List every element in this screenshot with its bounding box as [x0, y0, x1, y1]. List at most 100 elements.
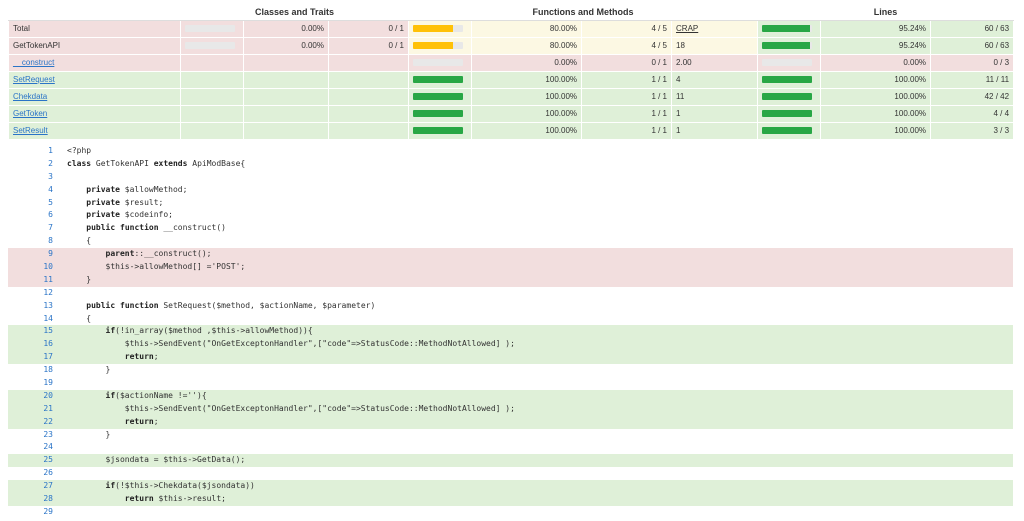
line-number[interactable]: 8	[8, 235, 67, 248]
lines-count: 42 / 42	[930, 88, 1015, 106]
line-number[interactable]: 20	[8, 390, 67, 403]
classes-percent	[243, 105, 329, 123]
line-number[interactable]: 17	[8, 351, 67, 364]
line-number[interactable]: 10	[8, 261, 67, 274]
line-number[interactable]: 2	[8, 158, 67, 171]
row-name[interactable]: Chekdata	[8, 88, 181, 106]
lines-percent: 100.00%	[820, 122, 932, 140]
code-text: }	[67, 365, 111, 375]
lines-bar-cell	[757, 20, 822, 38]
code-keyword: public	[86, 223, 116, 233]
line-number[interactable]: 4	[8, 184, 67, 197]
functions-count: 4 / 5	[581, 37, 673, 55]
line-number[interactable]: 21	[8, 403, 67, 416]
coverage-bar	[413, 110, 464, 118]
crap-value: 4	[671, 71, 759, 89]
method-link[interactable]: Chekdata	[13, 92, 47, 101]
header-functions: Functions and Methods	[408, 4, 759, 21]
functions-count: 1 / 1	[581, 122, 673, 140]
table-row: Total 0.00% 0 / 1 80.00% 4 / 5 CRAP 95.24% 60 /…	[8, 20, 1015, 38]
functions-bar-cell	[408, 105, 473, 123]
line-number[interactable]: 27	[8, 480, 67, 493]
row-name[interactable]: __construct	[8, 54, 181, 72]
classes-percent: 0.00%	[243, 37, 329, 55]
classes-percent	[243, 122, 329, 140]
table-row: GetToken 100.00% 1 / 1 1 100.00% 4 / 4	[8, 105, 1015, 123]
functions-count: 4 / 5	[581, 20, 673, 38]
code-keyword: function	[120, 223, 159, 233]
line-number[interactable]: 23	[8, 429, 67, 442]
line-number[interactable]: 9	[8, 248, 67, 261]
classes-bar-cell	[180, 71, 244, 89]
code-keyword: if	[105, 326, 116, 336]
code-line: 2 class GetTokenAPI extends ApiModBase{	[8, 158, 1013, 171]
code-text: }	[67, 274, 92, 284]
lines-bar-cell	[757, 88, 822, 106]
line-number[interactable]: 3	[8, 171, 67, 184]
line-number[interactable]: 19	[8, 377, 67, 390]
table-row: SetRequest 100.00% 1 / 1 4 100.00% 11 / 11	[8, 71, 1015, 89]
functions-count: 1 / 1	[581, 71, 673, 89]
code-text: private $codeinfo;	[86, 210, 173, 220]
code-line: 13 public function SetRequest($method, $…	[8, 300, 1013, 313]
line-number[interactable]: 25	[8, 454, 67, 467]
code-text: $this->allowMethod[] ='POST';	[67, 262, 246, 272]
coverage-bar-fill	[413, 110, 464, 118]
table-header-row: Classes and Traits Functions and Methods…	[8, 4, 1015, 21]
method-link[interactable]: __construct	[13, 58, 54, 67]
line-number[interactable]: 22	[8, 416, 67, 429]
row-name[interactable]: GetToken	[8, 105, 181, 123]
method-link[interactable]: GetToken	[13, 109, 47, 118]
lines-bar-cell	[757, 71, 822, 89]
code-line: 17 return;	[8, 351, 1013, 365]
line-number[interactable]: 11	[8, 274, 67, 287]
line-number[interactable]: 6	[8, 209, 67, 222]
line-number[interactable]: 26	[8, 467, 67, 480]
line-number[interactable]: 15	[8, 325, 67, 338]
code-line: 4 private $allowMethod;	[8, 184, 1013, 197]
code-text: private $result;	[86, 197, 164, 207]
row-name[interactable]: SetResult	[8, 122, 181, 140]
lines-percent: 100.00%	[820, 105, 932, 123]
method-link[interactable]: SetResult	[13, 126, 48, 135]
classes-count	[327, 105, 410, 123]
lines-bar-cell	[757, 54, 822, 72]
method-link[interactable]: SetRequest	[13, 75, 55, 84]
line-number[interactable]: 24	[8, 441, 67, 454]
line-number[interactable]: 1	[8, 145, 67, 158]
code-line: 24	[8, 441, 1013, 454]
code-text: if(!in_array($method ,$this->allowMethod…	[105, 326, 313, 336]
line-number[interactable]: 12	[8, 287, 67, 300]
crap-value: 2.00	[671, 54, 759, 72]
code-line: 21 $this->SendEvent("OnGetExceptonHandle…	[8, 402, 1013, 416]
code-line: 16 $this->SendEvent("OnGetExceptonHandle…	[8, 338, 1013, 352]
code-line: 19	[8, 377, 1013, 390]
functions-bar-cell	[408, 37, 473, 55]
code-keyword: private	[86, 197, 120, 207]
row-name: GetTokenAPI	[8, 37, 181, 55]
coverage-bar	[413, 59, 464, 67]
line-number[interactable]: 29	[8, 506, 67, 519]
line-number[interactable]: 28	[8, 493, 67, 506]
code-line: 5 private $result;	[8, 197, 1013, 210]
row-name: Total	[8, 20, 181, 38]
code-line: 14 {	[8, 313, 1013, 326]
crap-value: CRAP	[671, 20, 759, 38]
header-name-cell	[8, 4, 181, 21]
line-number[interactable]: 16	[8, 338, 67, 351]
row-name[interactable]: SetRequest	[8, 71, 181, 89]
line-number[interactable]: 14	[8, 313, 67, 326]
line-number[interactable]: 13	[8, 300, 67, 313]
code-text: $this->SendEvent("OnGetExceptonHandler",…	[67, 403, 515, 413]
lines-count: 4 / 4	[930, 105, 1015, 123]
coverage-bar	[762, 93, 813, 101]
line-number[interactable]: 7	[8, 222, 67, 235]
line-number[interactable]: 5	[8, 197, 67, 210]
code-text: public function SetRequest($method, $act…	[86, 300, 376, 310]
code-keyword: extends	[153, 158, 188, 168]
coverage-bar-fill	[762, 42, 810, 50]
line-number[interactable]: 18	[8, 364, 67, 377]
code-text: $this->SendEvent("OnGetExceptonHandler",…	[67, 339, 515, 349]
